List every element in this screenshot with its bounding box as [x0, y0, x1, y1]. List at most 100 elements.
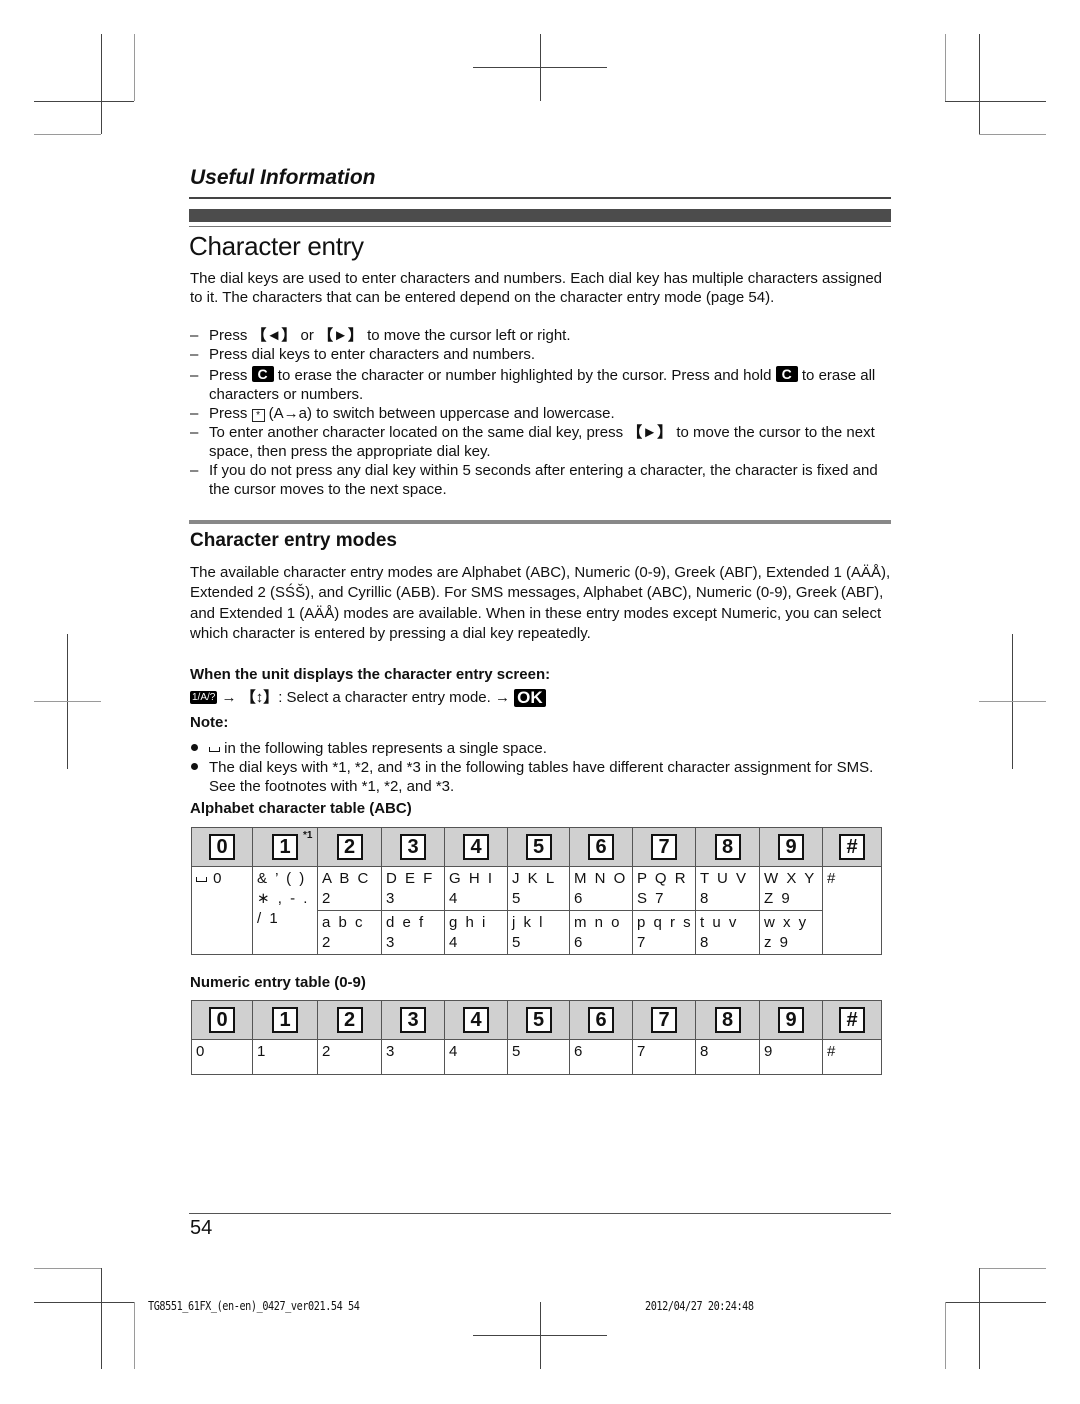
dial-key-5-icon: 5	[525, 1007, 552, 1033]
alphabet-table: 0 1 *1 2 3 4 5 6 7 8 9 # 0 & ’ ( ) ∗ , - …	[191, 827, 882, 955]
key-header: #	[822, 1000, 882, 1040]
intro-bullet-list: – Press 【◄】 or 【►】 to move the cursor le…	[190, 326, 895, 499]
key-header: #	[822, 827, 882, 867]
arrow-icon: →	[495, 689, 510, 706]
list-item: in the following tables represents a sin…	[190, 739, 895, 758]
crop-mark	[34, 134, 101, 135]
table-header-row: 0 1 *1 2 3 4 5 6 7 8 9 #	[191, 827, 882, 867]
key-header: 2	[317, 827, 382, 867]
intro-paragraph: The dial keys are used to enter characte…	[190, 270, 883, 306]
table-cell: P Q RS 7	[632, 866, 696, 911]
dial-key-0-icon: 0	[209, 834, 235, 860]
dial-key-hash-icon: #	[839, 834, 865, 860]
table-cell: M N O6	[569, 866, 633, 911]
crop-mark	[101, 34, 102, 134]
mode-key-icon: 1/A/?	[190, 691, 218, 704]
footnote-marker: *1	[303, 830, 313, 841]
modes-paragraph: The available character entry modes are …	[190, 564, 891, 642]
dial-key-8-icon: 8	[714, 1007, 741, 1033]
dash-marker: –	[190, 346, 199, 363]
dial-key-3-icon: 3	[400, 1007, 426, 1033]
crop-mark	[945, 1302, 946, 1369]
table-cell: 7	[632, 1039, 696, 1075]
table-cell: 9	[759, 1039, 823, 1075]
table-cell: D E F3	[381, 866, 445, 911]
table-header-row: 0 1 2 3 4 5 6 7 8 9 #	[191, 1000, 882, 1040]
table-cell: t u v8	[695, 910, 760, 955]
section-rule	[189, 520, 891, 524]
table-cell: d e f3	[381, 910, 445, 955]
dash-marker: –	[190, 405, 199, 422]
dash-marker: –	[190, 327, 199, 344]
table-cell: p q r s7	[632, 910, 696, 955]
space-symbol-icon	[209, 747, 220, 752]
dial-key-6-icon: 6	[588, 834, 614, 860]
crop-mark	[473, 67, 607, 68]
crop-mark	[979, 134, 1046, 135]
table-cell: a b c2	[317, 910, 382, 955]
dial-key-7-icon: 7	[651, 834, 677, 860]
crop-mark	[34, 1268, 101, 1269]
table-cell: #	[822, 1039, 882, 1075]
dial-key-0-icon: 0	[209, 1007, 235, 1033]
right-key-icon: 【►】	[318, 327, 363, 344]
key-header: 9	[759, 1000, 823, 1040]
table-cell: 0	[191, 866, 253, 955]
numeric-table: 0 1 2 3 4 5 6 7 8 9 # 0 1 2 3 4 5 6 7 8 …	[191, 1000, 882, 1075]
table-cell: 8	[695, 1039, 760, 1075]
page-number: 54	[190, 1217, 213, 1239]
note-list: in the following tables represents a sin…	[190, 739, 895, 796]
left-key-icon: 【◄】	[251, 327, 297, 344]
list-item: – To enter another character located on …	[190, 424, 875, 460]
footer-rule	[189, 1213, 891, 1214]
section-heading: Character entry modes	[190, 530, 397, 551]
crop-mark	[945, 101, 1046, 102]
section-label: Useful Information	[190, 166, 376, 189]
key-header: 1	[252, 1000, 318, 1040]
table-cell: m n o6	[569, 910, 633, 955]
dial-key-hash-icon: #	[839, 1007, 865, 1033]
arrow-icon: →	[221, 689, 237, 706]
key-header: 0	[191, 1000, 253, 1040]
dash-marker: –	[190, 367, 199, 384]
key-header: 8	[695, 827, 760, 867]
table-cell: 4	[444, 1039, 508, 1075]
dial-key-4-icon: 4	[463, 834, 489, 860]
list-item: – Press dial keys to enter characters an…	[190, 346, 535, 363]
list-item: The dial keys with *1, *2, and *3 in the…	[190, 758, 895, 796]
crop-mark	[134, 34, 135, 101]
dial-key-5-icon: 5	[525, 834, 552, 860]
table-cell: w x yz 9	[759, 910, 823, 955]
crop-mark	[34, 701, 101, 702]
bullet-icon	[191, 763, 198, 770]
dash-marker: –	[190, 424, 199, 441]
table-cell: & ’ ( ) ∗ , - . / 1	[252, 866, 318, 955]
table-cell: A B C2	[317, 866, 382, 911]
table-cell: #	[822, 866, 882, 955]
dial-key-6-icon: 6	[588, 1007, 614, 1033]
page-title: Character entry	[189, 231, 364, 261]
dial-key-9-icon: 9	[778, 834, 804, 860]
table-row: 0 & ’ ( ) ∗ , - . / 1 A B C2 D E F3 G H …	[191, 866, 882, 955]
table-cell: j k l5	[507, 910, 570, 955]
list-item: – Press 【◄】 or 【►】 to move the cursor le…	[190, 327, 571, 344]
list-item: – Press * (A→a) to switch between upperc…	[190, 405, 615, 422]
key-header: 6	[569, 1000, 633, 1040]
table-cell: 5	[507, 1039, 570, 1075]
space-symbol-icon	[196, 877, 207, 882]
file-info: TG8551_61FX_(en-en)_0427_ver021.54 54	[148, 1299, 360, 1313]
dial-key-7-icon: 7	[651, 1007, 677, 1033]
title-band	[189, 209, 891, 222]
clear-key-icon: C	[251, 366, 274, 382]
key-header: 2	[317, 1000, 382, 1040]
procedure-label: When the unit displays the character ent…	[190, 666, 551, 683]
dial-key-1-icon: 1	[272, 834, 298, 860]
dial-key-8-icon: 8	[714, 834, 741, 860]
key-header: 7	[632, 1000, 696, 1040]
crop-mark	[34, 101, 134, 102]
right-key-icon: 【►】	[627, 424, 673, 441]
crop-mark	[979, 34, 980, 134]
print-timestamp: 2012/04/27 20:24:48	[645, 1299, 754, 1313]
table-cell: J K L5	[507, 866, 570, 911]
star-key-icon: *	[251, 409, 265, 422]
